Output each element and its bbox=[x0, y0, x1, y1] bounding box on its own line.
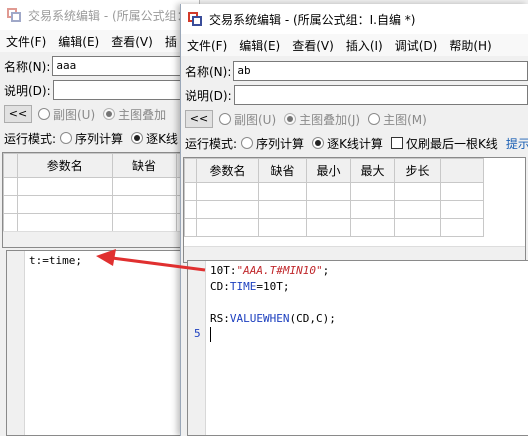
radio-series-calc[interactable]: 序列计算 bbox=[60, 130, 123, 147]
col-param-name: 参数名 bbox=[17, 153, 113, 178]
collapse-button[interactable]: << bbox=[185, 110, 213, 128]
menu-help[interactable]: 帮助(H) bbox=[443, 37, 497, 54]
col-param-name: 参数名 bbox=[196, 158, 259, 183]
menu-view[interactable]: 查看(V) bbox=[105, 33, 159, 50]
param-table: 参数名 缺省 最小 bbox=[2, 152, 199, 248]
back-window-title: 交易系统编辑 - (所属公式组：I.自编 *) bbox=[28, 8, 199, 23]
radio-per-bar-calc[interactable]: 逐K线计算 bbox=[312, 135, 383, 152]
table-row[interactable] bbox=[184, 218, 484, 237]
desc-input[interactable] bbox=[52, 80, 199, 100]
radio-main-overlay[interactable]: 主图叠加 bbox=[103, 106, 166, 123]
desc-input[interactable] bbox=[233, 85, 528, 105]
radio-main-chart[interactable]: 主图(M) bbox=[368, 111, 427, 128]
param-table: 参数名 缺省 最小 最大 步长 bbox=[183, 157, 526, 263]
menu-view[interactable]: 查看(V) bbox=[286, 37, 340, 54]
front-window-title: 交易系统编辑 - (所属公式组：I.自编 *) bbox=[209, 12, 416, 27]
radio-series-calc[interactable]: 序列计算 bbox=[241, 135, 304, 152]
name-input[interactable]: ab bbox=[233, 61, 528, 81]
col-default: 缺省 bbox=[111, 153, 177, 178]
app-icon bbox=[187, 11, 203, 27]
app-icon bbox=[6, 7, 22, 23]
table-scrollbar[interactable] bbox=[3, 231, 196, 247]
desc-label: 说明(D): bbox=[4, 83, 51, 98]
editor-gutter bbox=[188, 261, 206, 435]
radio-main-overlay[interactable]: 主图叠加(J) bbox=[284, 111, 360, 128]
radio-sub-chart[interactable]: 副图(U) bbox=[38, 106, 95, 123]
table-row[interactable] bbox=[3, 177, 199, 196]
checkbox-last-bar-only[interactable]: 仅刷最后一根K线 bbox=[390, 135, 498, 152]
tips-link[interactable]: 提示 bbox=[506, 135, 528, 152]
menu-edit[interactable]: 编辑(E) bbox=[52, 33, 105, 50]
col-min: 最小 bbox=[306, 158, 351, 183]
name-label: 名称(N): bbox=[185, 64, 232, 79]
front-code-editor[interactable]: 5 10T:"AAA.T#MIN10"; CD:TIME=10T; RS:VAL… bbox=[187, 260, 528, 436]
mode-label: 运行模式: bbox=[185, 136, 238, 151]
back-code-editor[interactable]: t:=time; bbox=[6, 250, 199, 436]
menu-edit[interactable]: 编辑(E) bbox=[233, 37, 286, 54]
code-line: t:=time; bbox=[29, 254, 82, 267]
back-editor-window: 交易系统编辑 - (所属公式组：I.自编 *) 文件(F) 编辑(E) 查看(V… bbox=[0, 0, 200, 436]
name-input[interactable]: aaa bbox=[52, 56, 199, 76]
table-row[interactable] bbox=[184, 182, 484, 201]
front-title-bar[interactable]: 交易系统编辑 - (所属公式组：I.自编 *) bbox=[181, 4, 528, 34]
radio-per-bar-calc[interactable]: 逐K线 bbox=[131, 130, 178, 147]
back-menu-bar: 文件(F) 编辑(E) 查看(V) 插 bbox=[0, 30, 199, 52]
front-menu-bar: 文件(F) 编辑(E) 查看(V) 插入(I) 调试(D) 帮助(H) bbox=[181, 34, 528, 56]
col-default: 缺省 bbox=[258, 158, 307, 183]
col-step: 步长 bbox=[394, 158, 441, 183]
table-row[interactable] bbox=[3, 213, 199, 232]
table-row[interactable] bbox=[3, 195, 199, 214]
menu-file[interactable]: 文件(F) bbox=[181, 37, 233, 54]
mode-label: 运行模式: bbox=[4, 131, 57, 146]
radio-sub-chart[interactable]: 副图(U) bbox=[219, 111, 276, 128]
table-row[interactable] bbox=[184, 200, 484, 219]
editor-gutter bbox=[7, 251, 25, 435]
menu-file[interactable]: 文件(F) bbox=[0, 33, 52, 50]
text-caret bbox=[210, 327, 211, 342]
collapse-button[interactable]: << bbox=[4, 105, 32, 123]
col-max: 最大 bbox=[350, 158, 395, 183]
menu-debug[interactable]: 调试(D) bbox=[389, 37, 444, 54]
desc-label: 说明(D): bbox=[185, 88, 232, 103]
code-block: 10T:"AAA.T#MIN10"; CD:TIME=10T; RS:VALUE… bbox=[210, 264, 336, 325]
menu-insert[interactable]: 插入(I) bbox=[340, 37, 389, 54]
line-number: 5 bbox=[194, 327, 201, 340]
front-editor-window: 交易系统编辑 - (所属公式组：I.自编 *) 文件(F) 编辑(E) 查看(V… bbox=[180, 4, 528, 436]
back-title-bar[interactable]: 交易系统编辑 - (所属公式组：I.自编 *) bbox=[0, 0, 199, 30]
name-label: 名称(N): bbox=[4, 59, 51, 74]
